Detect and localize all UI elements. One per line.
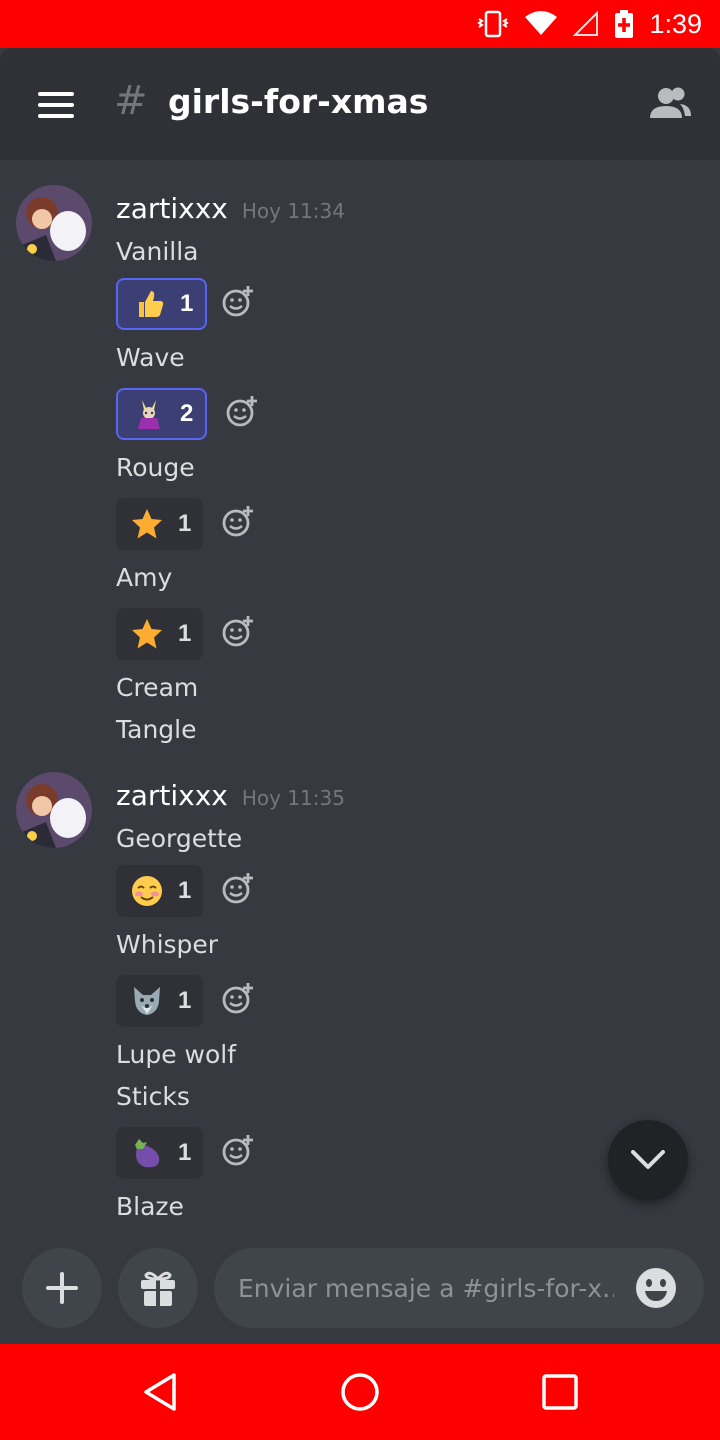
message-line: Rouge [116, 453, 195, 482]
back-triangle-icon[interactable] [138, 1370, 182, 1414]
chevron-down-icon [631, 1150, 665, 1169]
message-line: Sticks [116, 1082, 190, 1111]
add-reaction-icon[interactable] [221, 505, 255, 539]
plus-icon [46, 1272, 78, 1304]
add-reaction-icon[interactable] [221, 982, 255, 1016]
message-line: Amy [116, 563, 173, 592]
status-bar: 1:39 [0, 0, 720, 48]
message-line: Wave [116, 343, 185, 372]
add-reaction-icon[interactable] [225, 395, 259, 429]
recents-square-icon[interactable] [538, 1370, 582, 1414]
reaction-chip[interactable]: 1 [116, 865, 204, 917]
star-icon [130, 507, 164, 541]
hamburger-menu-icon[interactable] [38, 92, 74, 118]
clock: 1:39 [649, 8, 702, 39]
timestamp: Hoy 11:35 [241, 786, 345, 810]
eggplant-icon [130, 1136, 164, 1170]
avatar[interactable] [16, 772, 92, 848]
channel-title: girls-for-xmas [168, 82, 429, 121]
message-input[interactable] [214, 1248, 704, 1328]
message-line: Cream [116, 673, 199, 702]
message-line: Whisper [116, 930, 219, 959]
message-composer [0, 1240, 720, 1344]
reaction-chip[interactable]: 1 [116, 1127, 204, 1179]
signal-icon [573, 11, 599, 36]
vibrate-icon [477, 10, 510, 38]
channel-hash-icon: # [114, 78, 148, 124]
author-name[interactable]: zartixxx [116, 192, 228, 225]
add-reaction-icon[interactable] [221, 285, 255, 319]
message-list[interactable]: zartixxx Hoy 11:34 Vanilla 1 Wave 2 Roug… [0, 160, 720, 1240]
add-reaction-icon[interactable] [221, 872, 255, 906]
reaction-chip[interactable]: 1 [116, 498, 204, 550]
message-line: Tangle [116, 715, 197, 744]
add-reaction-icon[interactable] [221, 615, 255, 649]
gift-icon [141, 1271, 175, 1306]
wifi-icon [525, 11, 558, 35]
thumbs-up-icon [132, 287, 166, 321]
battery-icon [615, 10, 634, 38]
message-line: Vanilla [116, 237, 199, 266]
android-nav-bar [0, 1344, 720, 1440]
blush-face-icon [130, 874, 164, 908]
emoji-face-icon[interactable] [634, 1266, 678, 1310]
message-line: Lupe wolf [116, 1040, 237, 1069]
author-name[interactable]: zartixxx [116, 779, 228, 812]
timestamp: Hoy 11:34 [241, 199, 345, 223]
gift-button[interactable] [118, 1248, 198, 1328]
wave-swallow-custom-emoji [132, 397, 166, 431]
reaction-chip[interactable]: 1 [116, 975, 204, 1027]
add-attachment-button[interactable] [22, 1248, 102, 1328]
add-reaction-icon[interactable] [221, 1134, 255, 1168]
avatar[interactable] [16, 185, 92, 261]
home-circle-icon[interactable] [338, 1370, 382, 1414]
jump-to-bottom-button[interactable] [608, 1120, 688, 1200]
reaction-chip[interactable]: 1 [116, 278, 208, 330]
wolf-face-icon [130, 984, 164, 1018]
channel-header: # girls-for-xmas [0, 48, 720, 160]
message-line: Georgette [116, 824, 243, 853]
reaction-chip[interactable]: 1 [116, 608, 204, 660]
members-icon[interactable] [648, 84, 692, 124]
message-line: Blaze [116, 1192, 184, 1221]
star-icon [130, 617, 164, 651]
reaction-chip[interactable]: 2 [116, 388, 208, 440]
